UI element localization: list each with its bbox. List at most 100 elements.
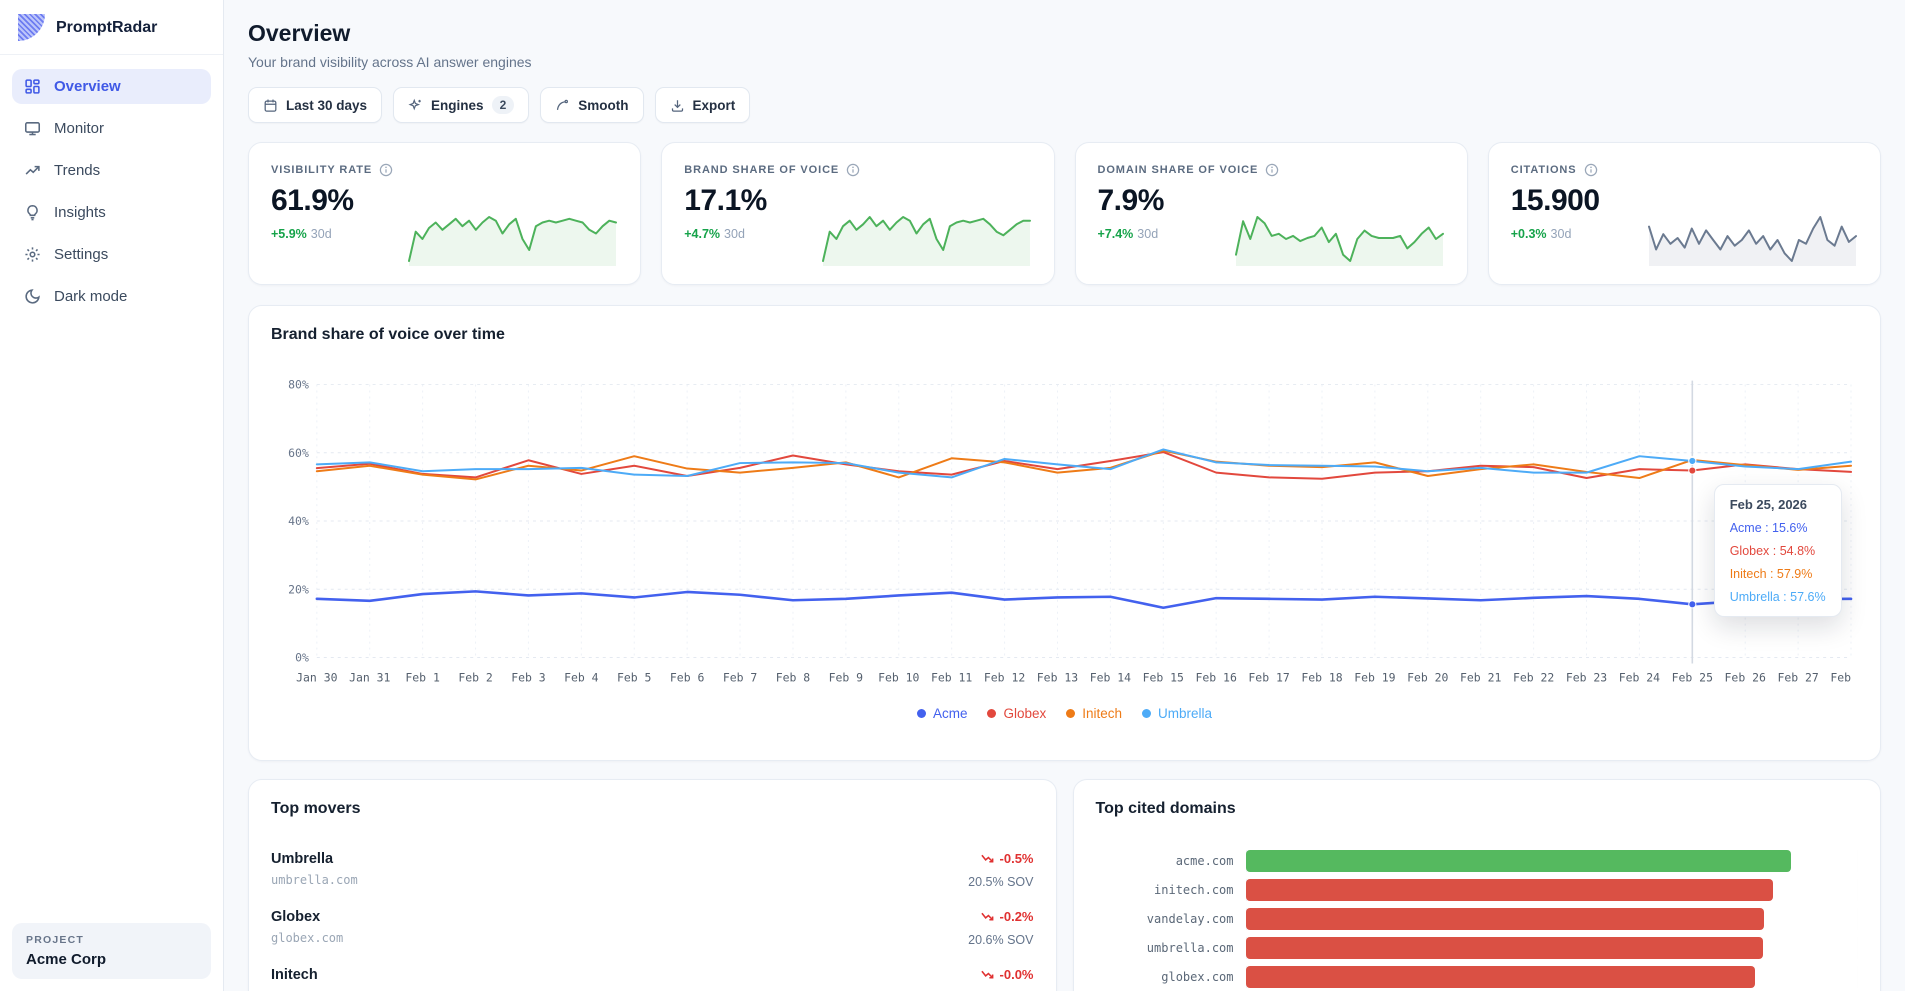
- chart-title: Brand share of voice over time: [271, 326, 505, 343]
- svg-text:Feb 18: Feb 18: [1301, 670, 1342, 684]
- kpi-delta: +0.3%: [1510, 227, 1547, 241]
- mover-name: Umbrella: [271, 851, 334, 867]
- export-button[interactable]: Export: [654, 87, 751, 123]
- top-movers-card: Top movers Umbrella umbrella.com -0.5% 2…: [248, 779, 1057, 991]
- mover-delta-value: -0.5%: [999, 851, 1034, 866]
- sidebar-nav: Overview Monitor Trends Insights Setting…: [0, 55, 223, 328]
- toolbar: Last 30 days Engines 2 Smooth Export: [248, 87, 1881, 123]
- mover-delta-value: -0.0%: [999, 967, 1034, 982]
- top-mover-row-globex[interactable]: Globex globex.com -0.2% 20.6% SOV: [271, 909, 1034, 947]
- svg-text:20%: 20%: [288, 582, 309, 596]
- sidebar-item-settings[interactable]: Settings: [12, 237, 211, 272]
- trending-down-icon: [980, 968, 995, 981]
- info-icon[interactable]: [1584, 163, 1598, 177]
- bar-row-globex: globex.com: [1096, 966, 1858, 988]
- svg-text:Feb 8: Feb 8: [776, 670, 811, 684]
- bar-label: vandelay.com: [1146, 912, 1234, 926]
- bar-vandelay[interactable]: [1245, 908, 1764, 930]
- top-cited-bar-chart: acme.com initech.com vandelay.com umbrel…: [1096, 850, 1858, 988]
- kpi-label: VISIBILITY RATE: [271, 164, 373, 176]
- project-name: Acme Corp: [26, 951, 107, 968]
- legend-item-globex[interactable]: Globex: [987, 706, 1046, 721]
- date-range-button[interactable]: Last 30 days: [248, 87, 383, 123]
- svg-text:Feb 13: Feb 13: [1037, 670, 1078, 684]
- bar-acme[interactable]: [1245, 850, 1791, 872]
- monitor-icon: [24, 120, 42, 137]
- bottom-row: Top movers Umbrella umbrella.com -0.5% 2…: [248, 779, 1881, 991]
- svg-text:Feb 7: Feb 7: [723, 670, 758, 684]
- engines-button[interactable]: Engines 2: [393, 87, 530, 123]
- legend-label: Initech: [1082, 706, 1123, 721]
- svg-text:Jan 30: Jan 30: [296, 670, 337, 684]
- sidebar-item-overview[interactable]: Overview: [12, 69, 211, 104]
- sparkline-chart: [821, 216, 1031, 266]
- top-mover-row-umbrella[interactable]: Umbrella umbrella.com -0.5% 20.5% SOV: [271, 851, 1034, 889]
- svg-text:Feb 27: Feb 27: [1777, 670, 1818, 684]
- kpi-card-domain-share-of-voice: DOMAIN SHARE OF VOICE 7.9% +7.4% 30d: [1074, 142, 1468, 285]
- app-title: PromptRadar: [56, 18, 158, 36]
- svg-text:Jan 31: Jan 31: [349, 670, 390, 684]
- project-switcher[interactable]: PROJECT Acme Corp: [12, 923, 211, 979]
- svg-text:Feb 12: Feb 12: [984, 670, 1025, 684]
- svg-text:60%: 60%: [288, 446, 309, 460]
- tooltip-row-acme: Acme : 15.6%: [1729, 521, 1808, 535]
- bar-row-vandelay: vandelay.com: [1096, 908, 1858, 930]
- svg-text:Feb 14: Feb 14: [1090, 670, 1131, 684]
- kpi-delta: +4.7%: [684, 227, 721, 241]
- kpi-delta: +7.4%: [1097, 227, 1134, 241]
- calendar-icon: [263, 98, 278, 113]
- svg-text:Feb 15: Feb 15: [1143, 670, 1184, 684]
- sidebar: PromptRadar Overview Monitor Trends Insi…: [0, 0, 224, 991]
- chart-plot-area[interactable]: Jan 30 Jan 31 Feb 1 Feb 2 Feb 3 Feb 4 Feb 5 Feb…: [271, 372, 1858, 694]
- svg-text:Feb 9: Feb 9: [829, 670, 864, 684]
- moon-icon: [24, 288, 42, 305]
- kpi-period: 30d: [1550, 227, 1572, 241]
- kpi-row: VISIBILITY RATE 61.9% +5.9% 30d BRAND SHA…: [248, 142, 1881, 285]
- sidebar-item-monitor[interactable]: Monitor: [12, 111, 211, 146]
- svg-text:Feb 3: Feb 3: [511, 670, 546, 684]
- sov-line-chart[interactable]: Jan 30 Jan 31 Feb 1 Feb 2 Feb 3 Feb 4 Feb 5 Feb…: [271, 372, 1858, 694]
- info-icon[interactable]: [846, 163, 860, 177]
- bar-initech[interactable]: [1245, 879, 1774, 901]
- svg-text:Feb 10: Feb 10: [878, 670, 919, 684]
- legend-item-initech[interactable]: Initech: [1066, 706, 1122, 721]
- svg-text:Feb 4: Feb 4: [564, 670, 599, 684]
- svg-text:Feb 5: Feb 5: [617, 670, 651, 684]
- bar-track: [1245, 908, 1858, 930]
- page-title: Overview: [248, 20, 351, 46]
- bar-track: [1245, 879, 1858, 901]
- sidebar-item-label: Trends: [54, 162, 101, 179]
- info-icon[interactable]: [379, 163, 393, 177]
- svg-text:Feb 23: Feb 23: [1566, 670, 1607, 684]
- kpi-card-brand-share-of-voice: BRAND SHARE OF VOICE 17.1% +4.7% 30d: [661, 142, 1055, 285]
- svg-text:Feb 11: Feb 11: [931, 670, 972, 684]
- bar-track: [1245, 850, 1858, 872]
- bar-track: [1245, 937, 1858, 959]
- lightbulb-icon: [24, 204, 42, 221]
- date-range-label: Last 30 days: [286, 97, 368, 113]
- bar-umbrella[interactable]: [1245, 937, 1763, 959]
- info-icon[interactable]: [1265, 163, 1279, 177]
- sidebar-item-insights[interactable]: Insights: [12, 195, 211, 230]
- svg-text:Feb 24: Feb 24: [1619, 670, 1660, 684]
- svg-text:Feb 6: Feb 6: [670, 670, 705, 684]
- bar-row-umbrella: umbrella.com: [1096, 937, 1858, 959]
- sidebar-item-trends[interactable]: Trends: [12, 153, 211, 188]
- sparkles-icon: [408, 98, 423, 113]
- bar-row-initech: initech.com: [1096, 879, 1858, 901]
- top-mover-row-initech[interactable]: Initech -0.0%: [271, 967, 1034, 991]
- legend-label: Globex: [1003, 706, 1047, 721]
- sidebar-item-label: Insights: [54, 204, 106, 221]
- legend-item-acme[interactable]: Acme: [916, 706, 967, 721]
- svg-text:Feb 19: Feb 19: [1354, 670, 1395, 684]
- sov-chart-card: Brand share of voice over time Jan 30 Jan…: [248, 305, 1881, 761]
- svg-text:Feb 22: Feb 22: [1513, 670, 1554, 684]
- bar-label: globex.com: [1161, 970, 1234, 984]
- bar-globex[interactable]: [1245, 966, 1755, 988]
- smooth-toggle-button[interactable]: Smooth: [540, 87, 644, 123]
- mover-domain: globex.com: [271, 931, 344, 945]
- sidebar-item-dark-mode[interactable]: Dark mode: [12, 279, 211, 314]
- sparkline-chart: [1234, 216, 1444, 266]
- legend-item-umbrella[interactable]: Umbrella: [1142, 706, 1212, 721]
- bar-track: [1245, 966, 1858, 988]
